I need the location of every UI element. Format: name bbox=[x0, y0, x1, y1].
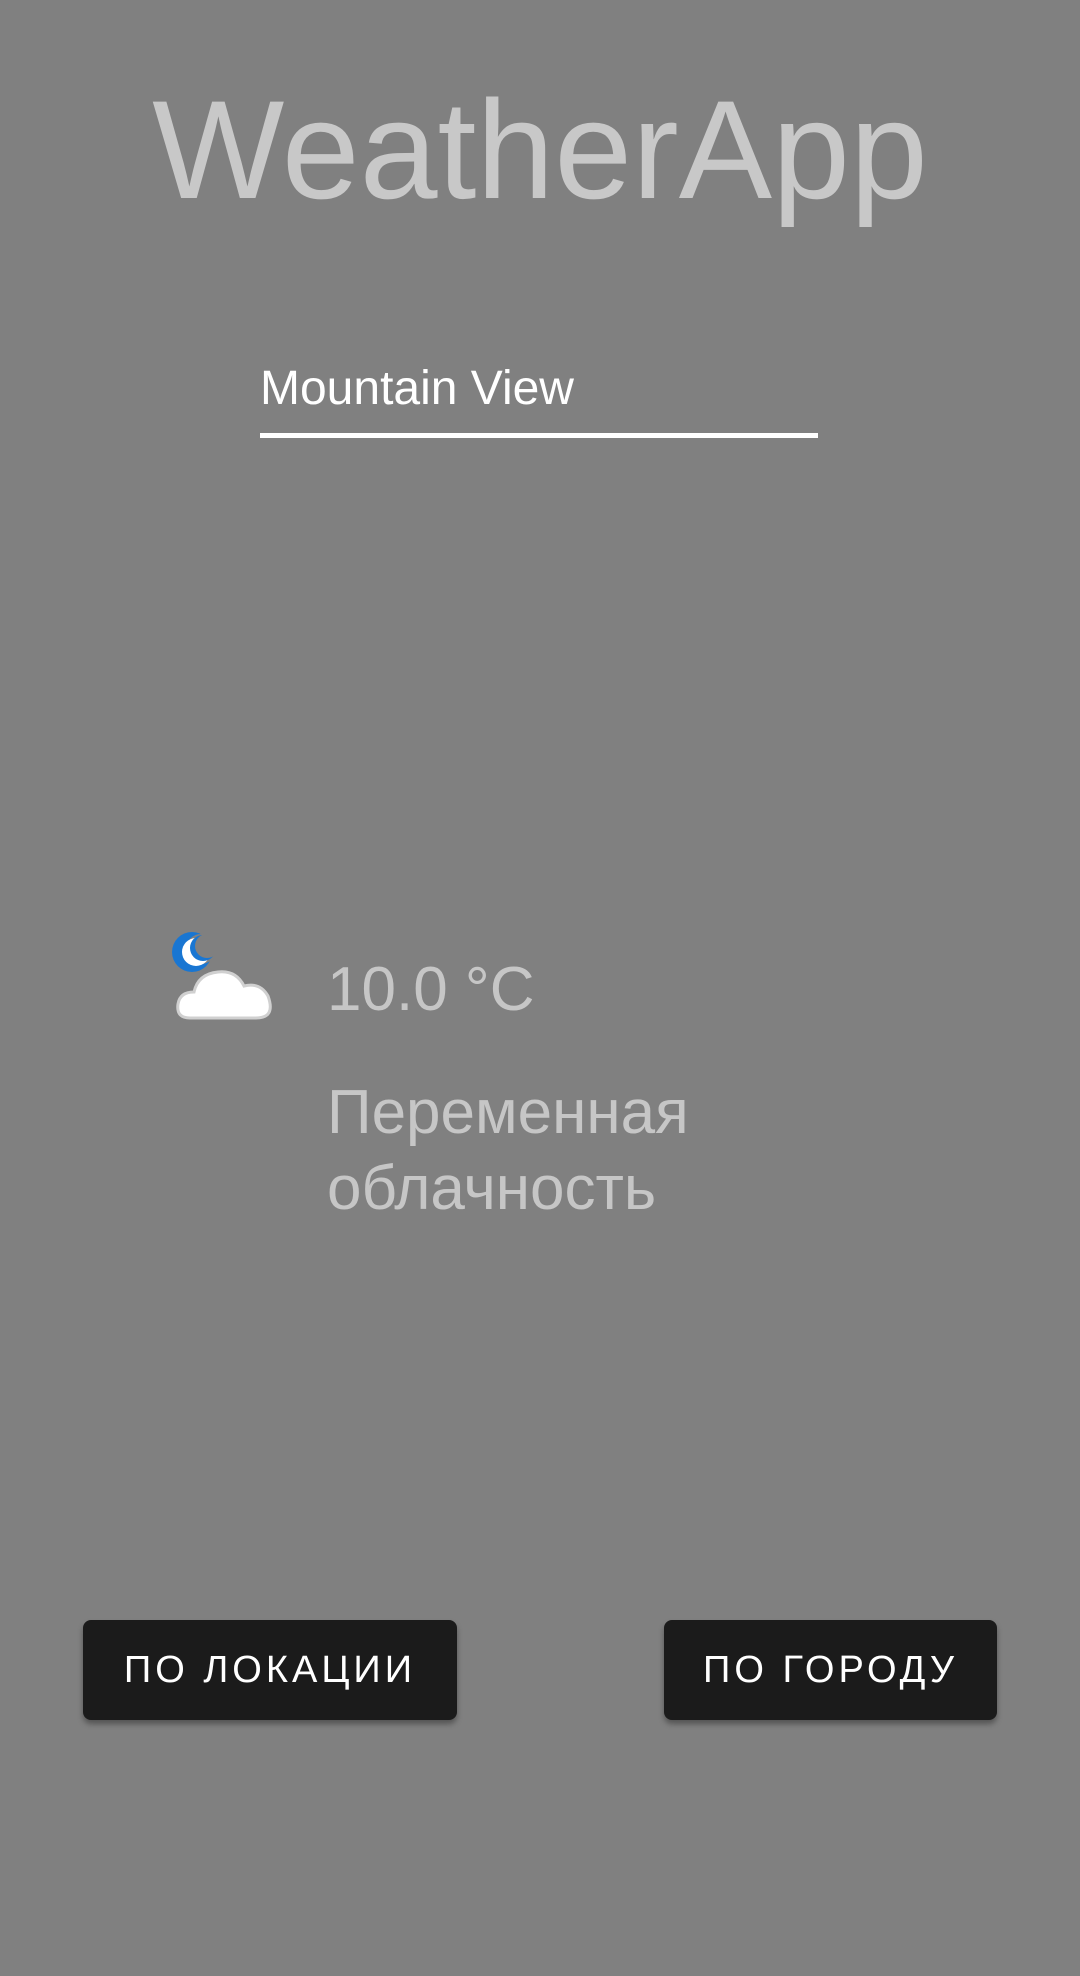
app-title: WeatherApp bbox=[152, 71, 928, 228]
temperature-value: 10.0 °C bbox=[327, 955, 535, 1024]
weather-description: Переменная облачность bbox=[327, 1078, 689, 1223]
city-input[interactable] bbox=[260, 352, 818, 438]
by-location-button[interactable]: ПО ЛОКАЦИИ bbox=[83, 1620, 457, 1720]
moon-cloud-icon bbox=[170, 930, 280, 1030]
by-city-button[interactable]: ПО ГОРОДУ bbox=[664, 1620, 997, 1720]
city-input-container bbox=[260, 352, 818, 438]
